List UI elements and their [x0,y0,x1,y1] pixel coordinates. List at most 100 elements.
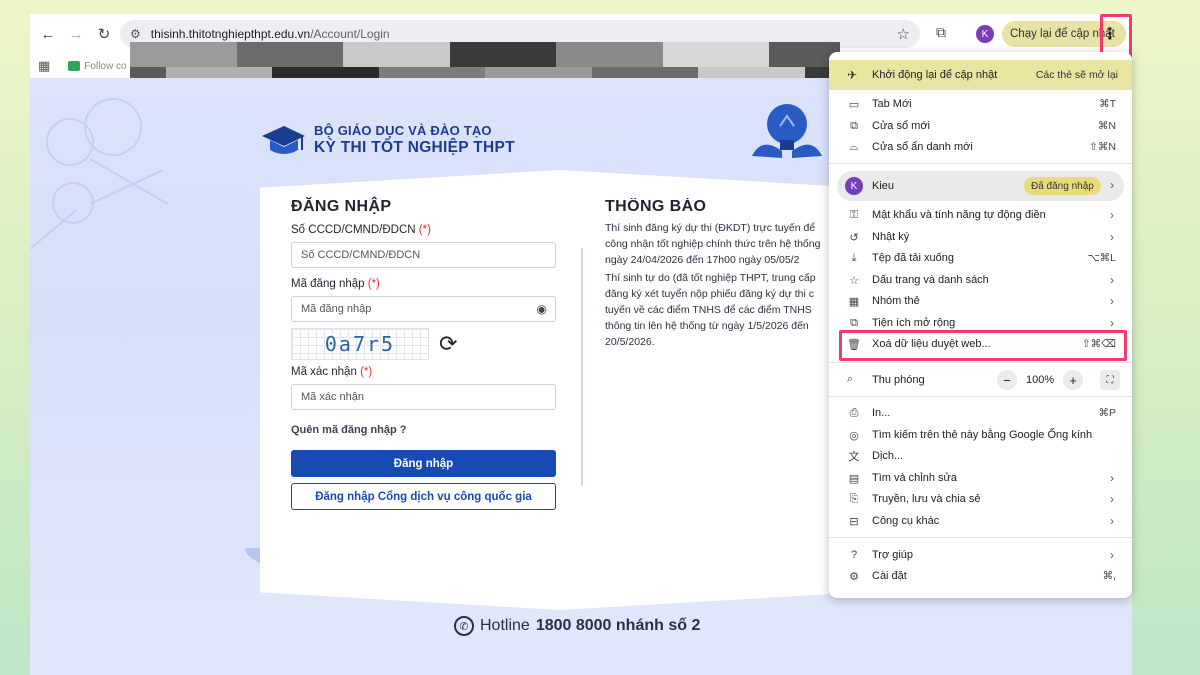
key-icon: ⚿ [849,208,859,221]
redaction-block [272,42,308,67]
menu-item-passwords[interactable]: ⚿ Mật khẩu và tính năng tự động điền › [829,205,1132,225]
menu-item-hint: Các thẻ sẽ mở lại [1035,69,1118,81]
profile-name: Kieu [872,180,895,192]
star-icon: ☆ [849,274,859,287]
notice-panel: THÔNG BÁO Thí sinh đăng ký dự thi (ĐKDT)… [605,198,845,348]
redaction-block [662,42,698,67]
profile-avatar[interactable]: K [976,25,994,43]
bookmark-item[interactable]: Follow co [68,61,127,72]
menu-item-label: Thu phóng [872,374,925,386]
lightbulb-icon [752,104,822,158]
redaction-block [733,42,769,67]
menu-item-more-tools[interactable]: ⊟ Công cụ khác › [829,511,1132,531]
id-label-text: Số CCCD/CMND/ĐDCN [291,224,416,236]
menu-item-new-window[interactable]: ⧉ Cửa sổ mới ⌘N [829,116,1132,136]
captcha-input[interactable]: Mã xác nhận [291,384,556,410]
menu-item-help[interactable]: ? Trợ giúp › [829,545,1132,565]
chevron-right-icon: › [1110,273,1114,287]
login-title: ĐĂNG NHẬP [291,198,392,215]
chevron-right-icon: › [1110,230,1114,244]
notice-title: THÔNG BÁO [605,198,707,215]
zoom-in-button[interactable]: + [1063,370,1083,390]
site-logo[interactable]: BỘ GIÁO DỤC VÀ ĐÀO TẠO KỲ THI TỐT NGHIỆP… [260,122,515,158]
chevron-right-icon: › [1110,208,1114,222]
toolbox-icon: ⊟ [849,515,859,528]
chrome-menu: ✈ Khởi động lại để cập nhật Các thẻ sẽ m… [829,52,1132,598]
password-placeholder: Mã đăng nhập [301,303,372,315]
national-portal-login-button[interactable]: Đăng nhập Cổng dịch vụ công quốc gia [291,483,556,510]
bookmark-favicon-icon [68,61,81,71]
redaction-block [698,42,734,67]
password-input[interactable]: Mã đăng nhập ◉ [291,296,556,322]
fullscreen-icon[interactable]: ⛶ [1100,370,1120,390]
id-number-input[interactable]: Số CCCD/CMND/ĐDCN [291,242,556,268]
menu-item-relaunch-update[interactable]: ✈ Khởi động lại để cập nhật Các thẻ sẽ m… [829,60,1132,90]
menu-item-print[interactable]: ⎙ In... ⌘P [829,403,1132,423]
menu-item-tab-groups[interactable]: ▦ Nhóm thẻ › [829,291,1132,311]
login-button[interactable]: Đăng nhập [291,450,556,477]
captcha-label-text: Mã xác nhận [291,366,357,378]
menu-item-shortcut: ⌘T [1099,98,1116,110]
reload-icon[interactable]: ↻ [90,20,118,48]
forward-icon[interactable]: → [62,20,90,48]
password-label-text: Mã đăng nhập [291,278,365,290]
menu-item-find-edit[interactable]: ▤ Tìm và chỉnh sửa › [829,468,1132,488]
menu-separator [829,396,1132,397]
menu-item-label: Tìm và chỉnh sửa [872,472,958,484]
menu-item-shortcut: ⇧⌘N [1089,141,1116,153]
share-icon: ⎘ [849,492,859,505]
translate-icon: 文 [848,451,860,463]
menu-item-label: Tab Mới [872,98,912,110]
signed-in-badge: Đã đăng nhập [1024,177,1101,195]
refresh-captcha-icon[interactable]: ⟳ [439,331,457,357]
menu-item-label: Cửa sổ mới [872,120,930,132]
zoom-icon: ⌕ [847,373,854,385]
zoom-level: 100% [1026,374,1055,386]
redaction-block [378,42,414,67]
redaction-block [236,42,272,67]
lens-icon: ◎ [849,429,859,442]
forgot-password-link[interactable]: Quên mã đăng nhập ? [291,424,557,436]
extensions-puzzle-icon[interactable]: ⧉ [936,24,946,41]
apps-grid-icon[interactable]: ▦ [38,58,50,74]
menu-item-new-tab[interactable]: ▭ Tab Mới ⌘T [829,94,1132,114]
redaction-block [591,42,627,67]
menu-item-label: Mật khẩu và tính năng tự động điền [872,209,1046,221]
menu-item-cast-save-share[interactable]: ⎘ Truyền, lưu và chia sẻ › [829,489,1132,509]
eye-icon[interactable]: ◉ [537,302,547,316]
menu-item-downloads[interactable]: ⤓ Tệp đã tải xuống ⌥⌘L [829,248,1132,268]
redaction-block [343,42,379,67]
menu-item-incognito[interactable]: ⌓ Cửa sổ ẩn danh mới ⇧⌘N [829,137,1132,157]
menu-item-label: Truyền, lưu và chia sẻ [872,493,981,505]
notice-paragraph: Thí sinh tự do (đã tốt nghiệp THPT, trun… [605,272,816,348]
chevron-right-icon: › [1110,316,1114,330]
menu-item-settings[interactable]: ⚙ Cài đặt ⌘, [829,566,1132,586]
menu-zoom-row: ⌕ Thu phóng − 100% + ⛶ [829,368,1132,392]
menu-item-label: Công cụ khác [872,515,940,527]
menu-item-profile[interactable]: K Kieu Đã đăng nhập › [837,171,1124,201]
back-icon[interactable]: ← [34,20,62,48]
menu-item-shortcut: ⌘, [1102,570,1116,582]
decor-line [89,169,163,205]
menu-item-label: Trợ giúp [872,549,914,561]
site-info-icon[interactable]: ⚙ [130,27,141,41]
chevron-right-icon: › [1110,548,1114,562]
menu-item-bookmarks[interactable]: ☆ Dấu trang và danh sách › [829,270,1132,290]
chevron-right-icon: › [1110,471,1114,485]
chevron-right-icon: › [1110,514,1114,528]
menu-item-google-lens[interactable]: ◎ Tìm kiếm trên thẻ này bằng Google Ống … [829,425,1132,445]
url-host: thisinh.thitotnghiepthpt.edu.vn [150,27,311,41]
bookmark-star-icon[interactable]: ☆ [897,25,910,43]
captcha-image: 0a7r5 [291,328,429,360]
tab-groups-icon: ▦ [848,295,860,308]
menu-item-label: Dịch... [872,450,904,462]
menu-separator [829,537,1132,538]
menu-item-translate[interactable]: 文 Dịch... [829,446,1132,466]
zoom-out-button[interactable]: − [997,370,1017,390]
menu-separator [829,362,1132,363]
redaction-block [627,42,663,67]
menu-item-history[interactable]: ↺ Nhật ký › [829,227,1132,247]
redaction-block [201,42,237,67]
menu-item-label: Cửa sổ ẩn danh mới [872,141,973,153]
required-mark: (*) [418,224,431,236]
